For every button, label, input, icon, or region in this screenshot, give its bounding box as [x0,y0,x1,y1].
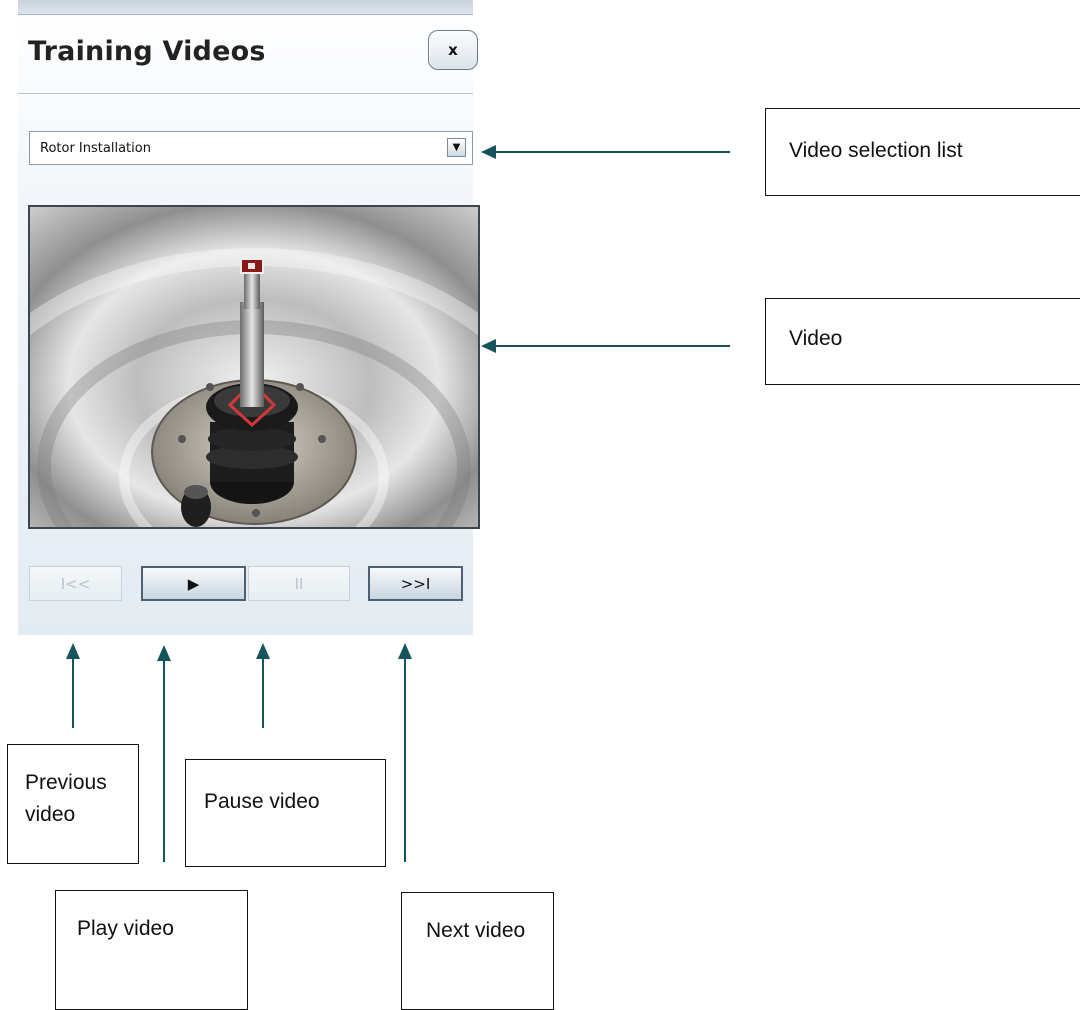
callout-play-video: Play video [55,890,248,1010]
callout-video: Video [765,298,1080,385]
callout-previous-video: Previous video [7,744,139,864]
arrow-to-video [481,339,496,353]
callout-next-video: Next video [401,892,554,1010]
callout-previous-video-text: Previous video [25,771,107,826]
arrow-to-dropdown [481,145,496,159]
callout-play-video-text: Play video [77,917,174,940]
callout-pause-video-text: Pause video [204,790,320,813]
callout-video-selection-list-text: Video selection list [789,139,963,162]
callout-video-selection-list: Video selection list [765,108,1080,196]
callout-pause-video: Pause video [185,759,386,867]
arrow-to-play [157,645,171,661]
arrow-to-pause [256,643,270,659]
callout-next-video-text: Next video [426,919,526,942]
arrow-to-previous [66,643,80,659]
callout-video-text: Video [789,327,843,350]
arrow-to-next [398,643,412,659]
